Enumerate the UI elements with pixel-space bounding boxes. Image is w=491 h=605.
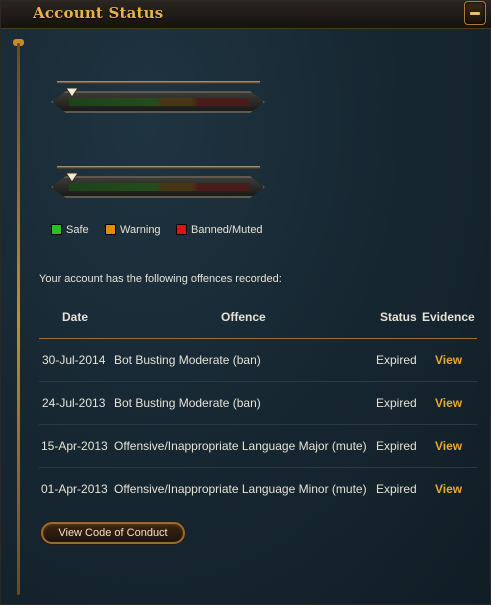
banned-swatch-icon: [176, 224, 187, 235]
row-date: 15-Apr-2013: [41, 439, 108, 453]
status-meter-2: [51, 166, 265, 200]
view-evidence-link[interactable]: View: [435, 396, 462, 410]
table-row: 24-Jul-2013 Bot Busting Moderate (ban) E…: [39, 382, 477, 425]
row-date: 01-Apr-2013: [41, 482, 108, 496]
view-evidence-link[interactable]: View: [435, 482, 462, 496]
row-date: 24-Jul-2013: [42, 396, 106, 410]
panel-title: Account Status: [33, 4, 164, 22]
panel-header: Account Status: [1, 1, 491, 29]
legend-item-safe: Safe: [51, 224, 89, 236]
view-evidence-link[interactable]: View: [435, 353, 462, 367]
status-meter-1: [51, 81, 265, 115]
offences-intro-text: Your account has the following offences …: [39, 273, 282, 285]
column-header-date: Date: [62, 310, 89, 324]
meter-pointer-icon: [65, 87, 80, 98]
table-row: 30-Jul-2014 Bot Busting Moderate (ban) E…: [39, 339, 477, 382]
row-status: Expired: [376, 353, 417, 367]
row-offence: Offensive/Inappropriate Language Major (…: [114, 439, 367, 453]
column-header-status: Status: [380, 310, 417, 324]
table-row: 01-Apr-2013 Offensive/Inappropriate Lang…: [39, 468, 477, 511]
row-date: 30-Jul-2014: [42, 353, 106, 367]
row-offence: Bot Busting Moderate (ban): [114, 353, 261, 367]
view-evidence-link[interactable]: View: [435, 439, 462, 453]
legend-item-banned: Banned/Muted: [176, 224, 263, 236]
row-status: Expired: [376, 396, 417, 410]
meter-scale: [69, 183, 249, 191]
table-row: 15-Apr-2013 Offensive/Inappropriate Lang…: [39, 425, 477, 468]
legend-item-warning: Warning: [105, 224, 161, 236]
column-header-evidence: Evidence: [422, 310, 475, 324]
meter-scale: [69, 98, 249, 106]
collapse-button[interactable]: [464, 1, 486, 25]
view-code-of-conduct-button[interactable]: View Code of Conduct: [41, 522, 185, 544]
left-rail-ornament: [17, 43, 20, 595]
account-status-panel: Account Status Safe Warning Banned/Muted…: [0, 0, 491, 605]
row-offence: Offensive/Inappropriate Language Minor (…: [114, 482, 367, 496]
row-status: Expired: [376, 439, 417, 453]
row-status: Expired: [376, 482, 417, 496]
minus-icon: [470, 12, 480, 15]
meter-pointer-icon: [65, 172, 80, 183]
safe-swatch-icon: [51, 224, 62, 235]
column-header-offence: Offence: [221, 310, 266, 324]
warning-swatch-icon: [105, 224, 116, 235]
row-offence: Bot Busting Moderate (ban): [114, 396, 261, 410]
